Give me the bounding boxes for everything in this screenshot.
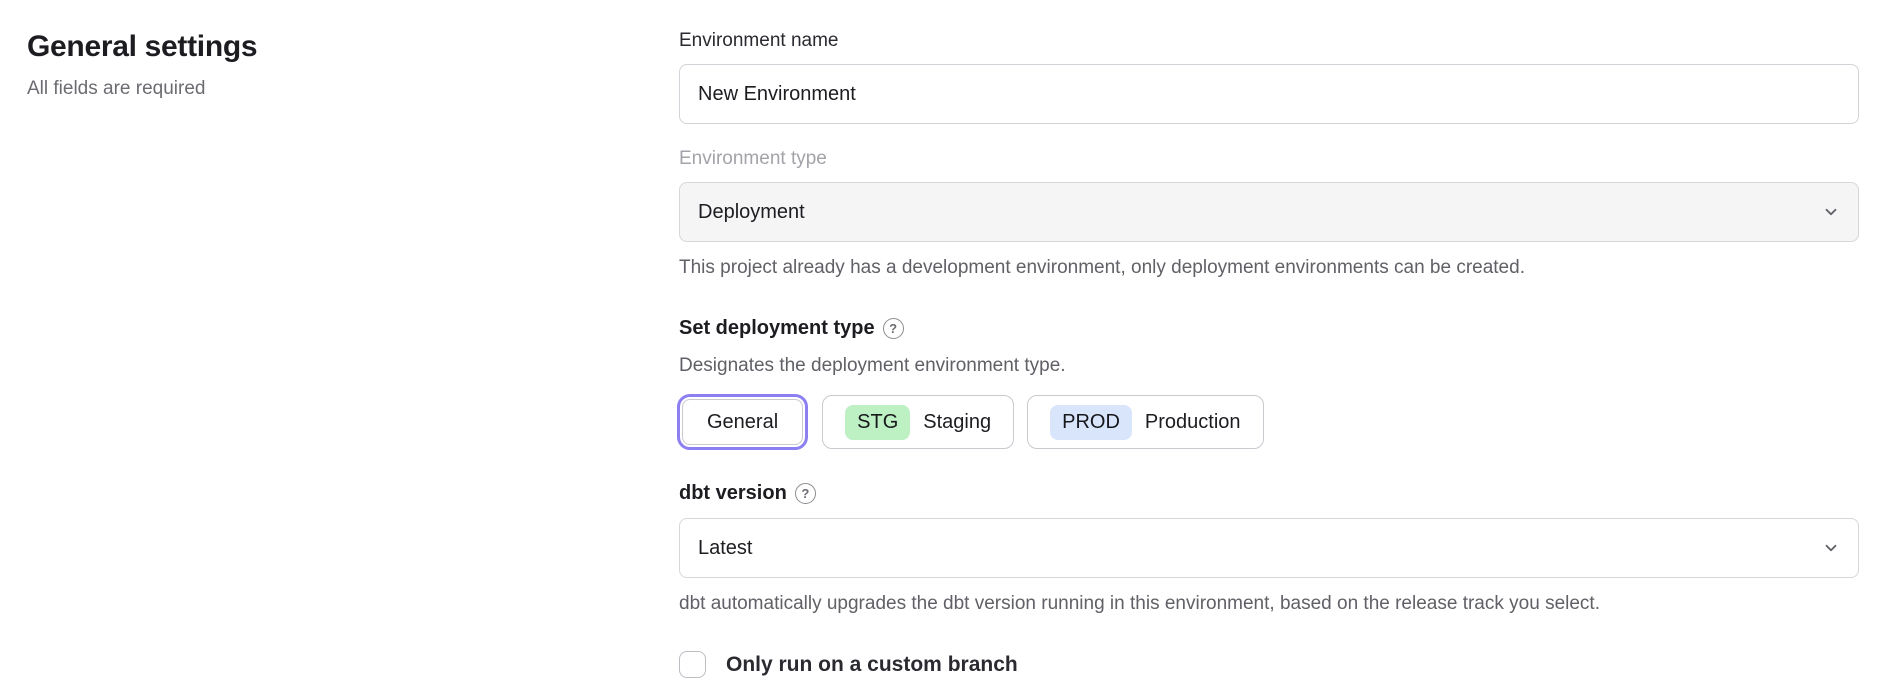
dbt-version-select[interactable]: Latest	[679, 518, 1859, 578]
deployment-type-production-button[interactable]: PROD Production	[1027, 395, 1263, 449]
dbt-version-helper: dbt automatically upgrades the dbt versi…	[679, 593, 1859, 615]
chevron-down-icon	[1822, 203, 1840, 221]
dbt-version-heading-text: dbt version	[679, 482, 787, 505]
deployment-type-heading-text: Set deployment type	[679, 317, 875, 340]
deployment-type-options: General STG Staging PROD Production	[679, 394, 1859, 450]
custom-branch-label: Only run on a custom branch	[726, 653, 1018, 677]
deployment-type-staging-label: Staging	[923, 411, 991, 434]
environment-name-label: Environment name	[679, 30, 1859, 52]
environment-name-input[interactable]	[679, 64, 1859, 124]
dbt-version-section: dbt version ?	[679, 482, 1859, 505]
environment-type-select: Deployment	[679, 182, 1859, 242]
custom-branch-checkbox[interactable]	[679, 651, 706, 678]
dbt-version-value: Latest	[698, 537, 752, 560]
deployment-type-general-button[interactable]: General	[682, 399, 803, 445]
deployment-type-production-label: Production	[1145, 411, 1241, 434]
production-badge: PROD	[1050, 405, 1132, 440]
page-title: General settings	[27, 30, 627, 64]
general-settings-page: General settings All fields are required…	[0, 0, 1890, 678]
environment-type-label: Environment type	[679, 148, 1859, 170]
custom-branch-row[interactable]: Only run on a custom branch	[679, 651, 1859, 678]
staging-badge: STG	[845, 405, 910, 440]
deployment-type-staging-button[interactable]: STG Staging	[822, 395, 1014, 449]
environment-type-helper: This project already has a development e…	[679, 257, 1859, 279]
deployment-type-general-label: General	[707, 411, 778, 434]
deployment-type-description: Designates the deployment environment ty…	[679, 355, 1859, 377]
help-icon[interactable]: ?	[795, 483, 816, 504]
environment-form: Environment name Environment type Deploy…	[679, 30, 1859, 678]
dbt-version-heading: dbt version ?	[679, 482, 1859, 505]
settings-header: General settings All fields are required	[27, 30, 627, 100]
help-icon[interactable]: ?	[883, 318, 904, 339]
deployment-type-heading: Set deployment type ?	[679, 317, 1859, 340]
page-subtitle: All fields are required	[27, 78, 627, 100]
chevron-down-icon	[1822, 539, 1840, 557]
environment-type-value: Deployment	[698, 201, 805, 224]
